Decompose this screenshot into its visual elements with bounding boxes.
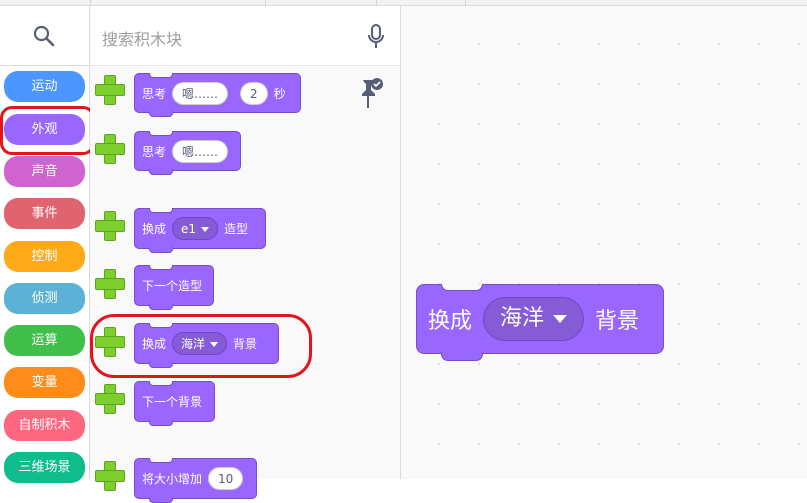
add-block-icon[interactable] xyxy=(93,73,125,105)
block-switch-costume[interactable]: 换成 e1 造型 xyxy=(134,208,266,253)
block-suffix: 背景 xyxy=(595,309,640,334)
category-variables[interactable]: 变量 xyxy=(4,367,85,398)
costume-value: e1 xyxy=(181,222,197,236)
pin-icon[interactable] xyxy=(360,78,384,110)
block-next-costume[interactable]: 下一个造型 xyxy=(134,265,214,310)
add-block-icon[interactable] xyxy=(93,132,125,164)
block-think-for-secs[interactable]: 思考 嗯…… 2 秒 xyxy=(134,73,301,117)
block-verb: 换成 xyxy=(142,222,167,236)
secs-input[interactable]: 2 xyxy=(240,81,268,105)
category-my-blocks[interactable]: 自制积木 xyxy=(4,410,85,441)
block-verb: 换成 xyxy=(428,309,473,334)
block-label: 下一个背景 xyxy=(142,395,203,409)
microphone-icon[interactable] xyxy=(367,24,385,50)
block-unit: 秒 xyxy=(273,86,286,101)
backdrop-block-highlight xyxy=(90,314,312,378)
category-motion[interactable]: 运动 xyxy=(4,71,85,102)
think-text-input[interactable]: 嗯…… xyxy=(172,139,229,163)
category-events[interactable]: 事件 xyxy=(4,198,85,229)
dropdown-caret-icon xyxy=(553,315,568,323)
category-control[interactable]: 控制 xyxy=(4,241,85,272)
add-block-icon[interactable] xyxy=(93,209,125,241)
search-input[interactable]: 搜索积木块 xyxy=(91,6,400,66)
block-suffix: 造型 xyxy=(224,222,249,236)
add-block-icon[interactable] xyxy=(93,459,125,491)
workspace-switch-backdrop-block[interactable]: 换成 海洋 背景 xyxy=(416,284,664,361)
block-next-backdrop[interactable]: 下一个背景 xyxy=(134,381,215,426)
category-sensing[interactable]: 侦测 xyxy=(4,283,85,314)
category-3d-scene[interactable]: 三维场景 xyxy=(4,452,85,483)
dropdown-caret-icon xyxy=(201,227,210,232)
looks-category-highlight xyxy=(0,106,95,155)
backdrop-value: 海洋 xyxy=(500,306,545,331)
costume-dropdown[interactable]: e1 xyxy=(172,217,219,240)
search-icon xyxy=(33,25,55,47)
add-block-icon[interactable] xyxy=(93,382,125,414)
block-think[interactable]: 思考 嗯…… xyxy=(134,131,241,175)
block-label: 下一个造型 xyxy=(142,279,203,293)
block-verb: 思考 xyxy=(142,86,167,101)
think-text-input[interactable]: 嗯…… xyxy=(172,81,229,105)
block-verb: 思考 xyxy=(142,144,167,159)
search-button[interactable] xyxy=(0,6,90,66)
category-operators[interactable]: 运算 xyxy=(4,325,85,356)
code-workspace[interactable] xyxy=(401,6,807,479)
backdrop-dropdown[interactable]: 海洋 xyxy=(483,297,585,341)
search-placeholder: 搜索积木块 xyxy=(102,30,183,49)
add-block-icon[interactable] xyxy=(93,267,125,299)
category-sound[interactable]: 声音 xyxy=(4,156,85,187)
